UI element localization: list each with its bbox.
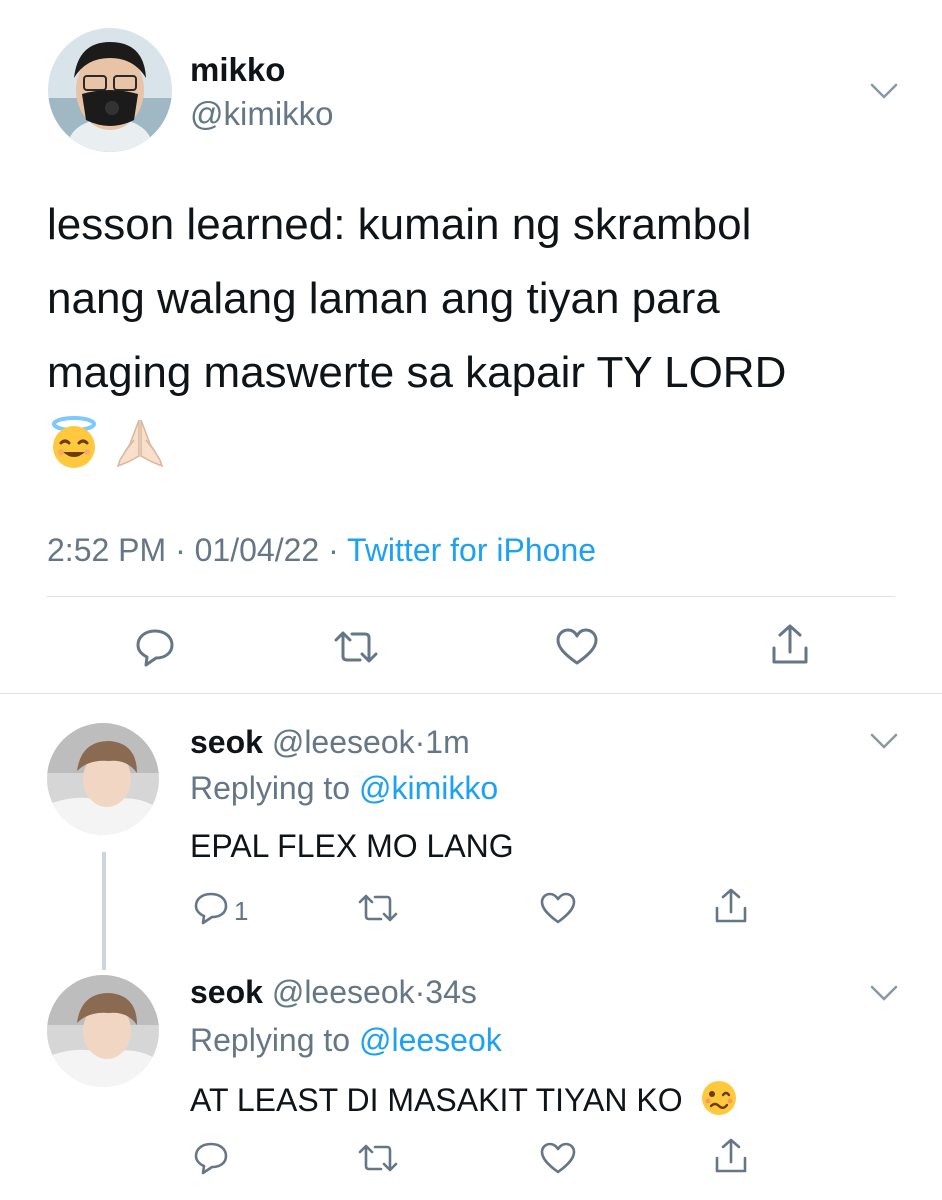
replying-to-handle[interactable]: @leeseok (359, 1022, 502, 1058)
reply-header: seok @leeseok·1m (190, 722, 470, 762)
replying-to-label: Replying to (190, 770, 351, 806)
reply-icon[interactable] (193, 890, 229, 926)
retweet-icon[interactable] (357, 890, 399, 926)
reply-text: AT LEAST DI MASAKIT TIYAN KO (190, 1078, 739, 1127)
display-name[interactable]: seok (190, 974, 263, 1010)
thread-connector (102, 852, 106, 970)
separator-dot: · (175, 532, 186, 568)
reply-text-content: AT LEAST DI MASAKIT TIYAN KO (190, 1081, 683, 1118)
replying-to: Replying to @leeseok (190, 1020, 502, 1060)
display-name[interactable]: seok (190, 724, 263, 760)
tweet-text-line: nang walang laman ang tiyan para (47, 274, 720, 323)
avatar[interactable] (47, 975, 159, 1087)
replying-to: Replying to @kimikko (190, 768, 498, 808)
reply-header: seok @leeseok·34s (190, 972, 477, 1012)
reply-age: 34s (425, 974, 477, 1010)
divider (0, 693, 942, 694)
reply-icon[interactable] (134, 626, 176, 668)
emoji-row (46, 414, 168, 470)
retweet-icon[interactable] (357, 1140, 399, 1176)
tweet-meta: 2:52 PM · 01/04/22 · Twitter for iPhone (47, 530, 596, 570)
display-name[interactable]: mikko (190, 50, 285, 90)
chevron-down-icon[interactable] (868, 80, 900, 102)
reply-icon[interactable] (193, 1140, 229, 1176)
tweet-text-line: maging maswerte sa kapair TY LORD (47, 348, 787, 397)
tweet-date: 01/04/22 (194, 532, 320, 568)
user-handle[interactable]: @leeseok (272, 974, 415, 1010)
avatar[interactable] (48, 28, 172, 152)
retweet-icon[interactable] (332, 626, 380, 668)
woozy-face-emoji (699, 1078, 739, 1127)
user-handle[interactable]: @leeseok (272, 724, 415, 760)
reply-text: EPAL FLEX MO LANG (190, 828, 514, 864)
separator-dot: · (414, 974, 426, 1010)
like-icon[interactable] (554, 626, 600, 668)
user-handle[interactable]: @kimikko (190, 94, 334, 134)
reply-count: 1 (234, 896, 249, 926)
like-icon[interactable] (538, 1140, 578, 1176)
share-icon[interactable] (713, 886, 749, 926)
replying-to-handle[interactable]: @kimikko (359, 770, 498, 806)
tweet-source[interactable]: Twitter for iPhone (347, 532, 596, 568)
separator-dot: · (328, 532, 339, 568)
smiling-face-with-halo-emoji (46, 414, 102, 475)
folded-hands-emoji (112, 414, 168, 475)
tweet-text: lesson learned: kumain ng skrambol nang … (47, 188, 917, 410)
reply-age: 1m (425, 724, 470, 760)
chevron-down-icon[interactable] (868, 982, 900, 1004)
tweet-text-line: lesson learned: kumain ng skrambol (47, 200, 752, 249)
like-icon[interactable] (538, 890, 578, 926)
avatar[interactable] (47, 723, 159, 835)
separator-dot: · (414, 724, 426, 760)
share-icon[interactable] (769, 622, 811, 668)
replying-to-label: Replying to (190, 1022, 351, 1058)
tweet-time: 2:52 PM (47, 532, 167, 568)
divider (47, 596, 895, 597)
chevron-down-icon[interactable] (868, 730, 900, 752)
share-icon[interactable] (713, 1136, 749, 1176)
